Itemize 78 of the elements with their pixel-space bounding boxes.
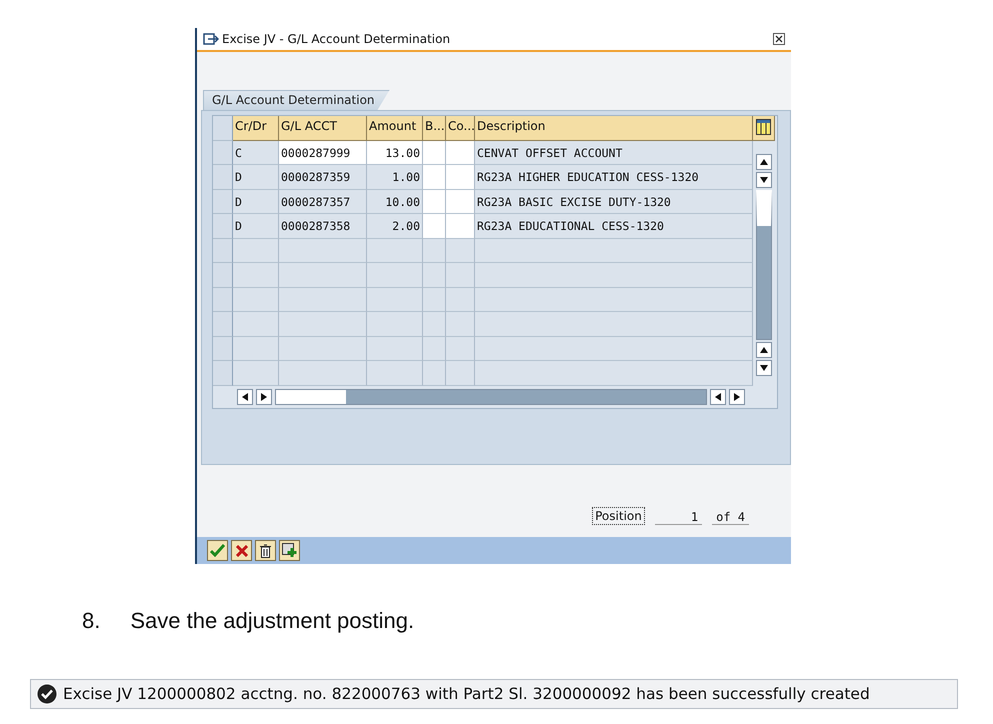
input-field[interactable] <box>423 140 446 165</box>
table-cell: D <box>233 165 279 190</box>
add-row-icon <box>282 543 297 558</box>
horizontal-scrollbar[interactable] <box>275 388 707 404</box>
input-field[interactable] <box>423 190 446 214</box>
input-field[interactable] <box>423 214 446 238</box>
step-text: Save the adjustment posting. <box>130 608 414 634</box>
right-arrow-icon <box>734 392 740 400</box>
table-cell: 10.00 <box>367 190 423 214</box>
row-selector[interactable] <box>213 288 233 312</box>
row-selector[interactable] <box>213 336 233 361</box>
table-cell: C <box>233 140 279 165</box>
down-arrow-icon <box>760 176 768 182</box>
scroll-up-button[interactable] <box>756 154 772 170</box>
cancel-button[interactable] <box>231 540 252 561</box>
position-field[interactable]: 1 <box>654 510 702 525</box>
checkmark-icon <box>210 544 225 557</box>
table-cell: 0000287358 <box>279 214 367 238</box>
row-selector[interactable] <box>213 263 233 288</box>
entry-count: of 4 <box>712 510 749 525</box>
window-title: Excise JV - G/L Account Determination <box>222 32 452 46</box>
table-cell: RG23A HIGHER EDUCATION CESS-1320 <box>475 165 753 190</box>
close-icon[interactable] <box>773 33 785 45</box>
column-header[interactable]: B... <box>423 116 446 140</box>
scroll-left-button[interactable] <box>710 388 726 404</box>
table-cell: 13.00 <box>367 140 423 165</box>
table-cell: 1.00 <box>367 165 423 190</box>
column-header[interactable]: G/L ACCT <box>279 116 367 140</box>
input-field[interactable] <box>446 214 475 238</box>
up-arrow-icon <box>760 158 768 164</box>
cross-icon <box>236 544 248 556</box>
row-selector[interactable] <box>213 140 233 165</box>
table-cell: D <box>233 190 279 214</box>
status-message: Excise JV 1200000802 acctng. no. 822000763 with Part2 Sl. 3200000092 has been successfully created <box>63 685 870 703</box>
scroll-right-button[interactable] <box>729 388 745 404</box>
left-arrow-icon <box>242 392 248 400</box>
table-cell: 0000287999 <box>279 140 367 165</box>
left-arrow-icon <box>715 392 721 400</box>
column-header[interactable]: Amount <box>367 116 423 140</box>
row-selector[interactable] <box>213 238 233 263</box>
column-header[interactable]: Cr/Dr <box>233 116 279 140</box>
scroll-right-button[interactable] <box>256 388 272 404</box>
confirm-button[interactable] <box>207 540 228 561</box>
column-settings-icon[interactable] <box>756 119 771 135</box>
input-field[interactable] <box>423 165 446 190</box>
step-number: 8. <box>82 608 100 634</box>
input-field[interactable] <box>446 140 475 165</box>
up-arrow-icon <box>760 346 768 352</box>
window-icon <box>203 32 219 46</box>
column-header[interactable]: Description <box>475 116 753 140</box>
input-field[interactable] <box>446 190 475 214</box>
row-selector[interactable] <box>213 190 233 214</box>
scroll-down-button[interactable] <box>756 172 772 188</box>
select-all-corner[interactable] <box>213 116 233 140</box>
row-selector[interactable] <box>213 312 233 336</box>
right-arrow-icon <box>261 392 267 400</box>
vertical-scrollbar[interactable] <box>756 190 772 340</box>
trash-icon <box>260 544 271 558</box>
delete-button[interactable] <box>255 540 276 561</box>
column-header[interactable]: Co... <box>446 116 475 140</box>
scroll-left-button[interactable] <box>237 388 253 404</box>
table-cell: 2.00 <box>367 214 423 238</box>
success-icon <box>37 684 57 704</box>
table-cell: D <box>233 214 279 238</box>
down-arrow-icon <box>760 364 768 370</box>
table-cell: 0000287357 <box>279 190 367 214</box>
table-cell: RG23A BASIC EXCISE DUTY-1320 <box>475 190 753 214</box>
table-cell: 0000287359 <box>279 165 367 190</box>
scroll-down-button[interactable] <box>756 360 772 376</box>
scroll-up-button[interactable] <box>756 342 772 358</box>
row-selector[interactable] <box>213 214 233 238</box>
table-cell: RG23A EDUCATIONAL CESS-1320 <box>475 214 753 238</box>
input-field[interactable] <box>446 165 475 190</box>
row-selector[interactable] <box>213 165 233 190</box>
table-cell: CENVAT OFFSET ACCOUNT <box>475 140 753 165</box>
position-button[interactable]: Position <box>592 507 645 525</box>
group-title: G/L Account Determination <box>203 90 390 110</box>
add-button[interactable] <box>279 540 300 561</box>
